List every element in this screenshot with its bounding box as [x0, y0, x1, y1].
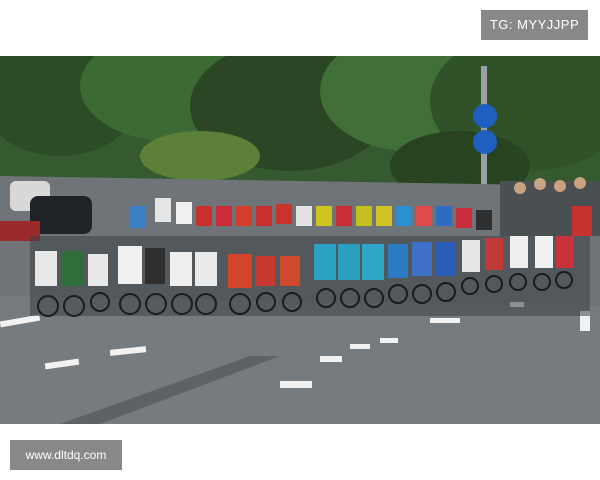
bicycle-sign-icon — [473, 130, 497, 154]
watermark-bottom: www.dltdq.com — [10, 440, 122, 470]
watermark-top: TG: MYYJJPP — [481, 10, 588, 40]
pedestrian-sign-icon — [473, 104, 497, 128]
photo-canvas — [0, 56, 600, 424]
spectators — [500, 177, 600, 236]
race-photo — [0, 56, 600, 424]
